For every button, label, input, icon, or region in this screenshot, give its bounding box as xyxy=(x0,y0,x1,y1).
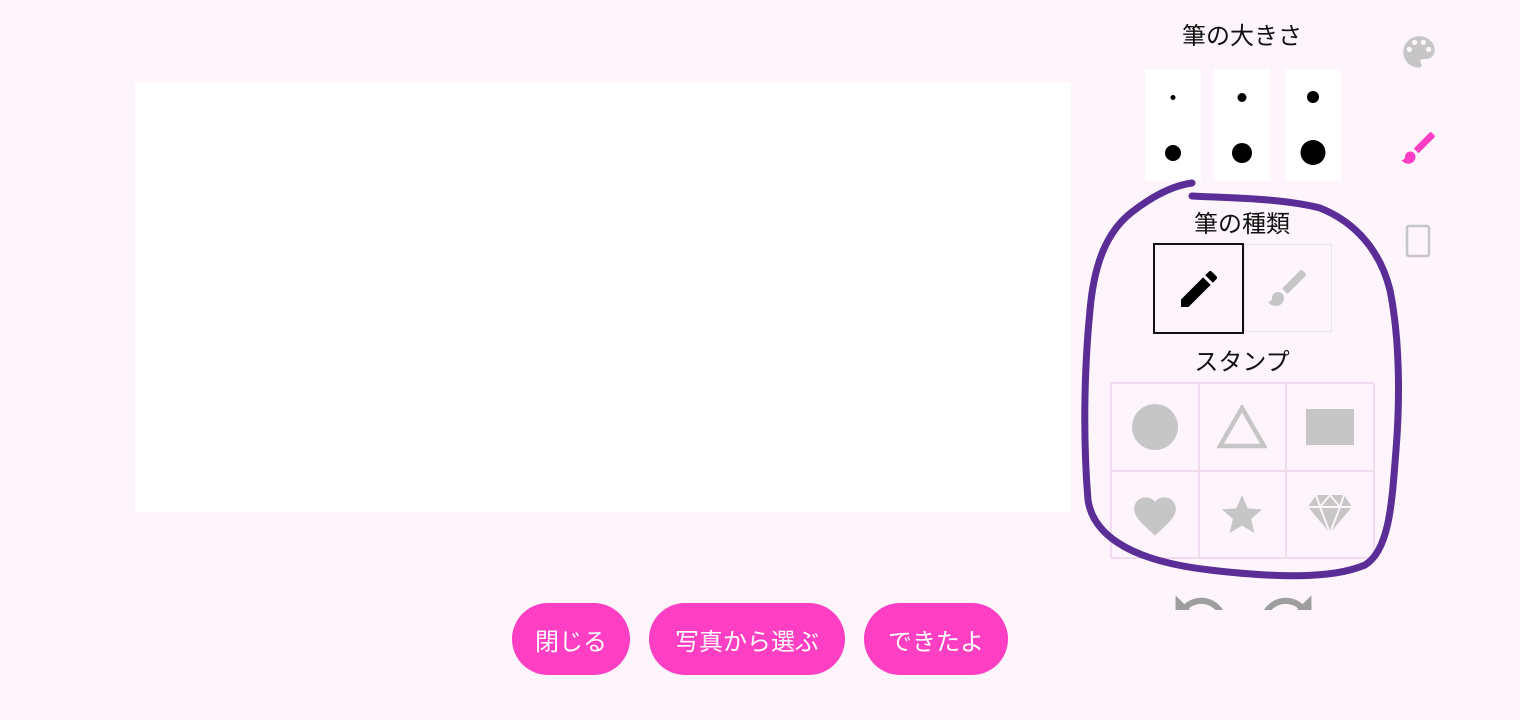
undo-icon xyxy=(1175,595,1223,610)
stamp-heart-button[interactable] xyxy=(1111,470,1199,558)
medium-dot-icon xyxy=(1232,143,1252,163)
brush-icon xyxy=(1401,132,1435,164)
brush-size-medium-button[interactable] xyxy=(1214,69,1270,181)
close-button[interactable]: 閉じる xyxy=(512,603,630,675)
pencil-icon xyxy=(1180,270,1217,307)
small-dot-icon xyxy=(1307,91,1319,103)
stamp-diamond-button[interactable] xyxy=(1286,470,1374,558)
done-button[interactable]: できたよ xyxy=(864,603,1008,675)
heart-icon xyxy=(1133,497,1176,536)
stamp-title: スタンプ xyxy=(1194,348,1290,376)
background-tool[interactable] xyxy=(1404,224,1432,258)
brush-size-small-button[interactable] xyxy=(1145,69,1201,181)
paintbrush-option[interactable] xyxy=(1244,244,1332,332)
rectangle-icon xyxy=(1306,408,1355,445)
redo-button[interactable] xyxy=(1252,586,1322,610)
medium-dot-icon xyxy=(1165,145,1181,161)
diamond-icon xyxy=(1308,493,1353,536)
choose-photo-button[interactable]: 写真から選ぶ xyxy=(649,603,845,675)
brush-size-large-button[interactable] xyxy=(1285,69,1341,181)
small-dot-icon xyxy=(1237,93,1247,102)
stamp-grid xyxy=(1110,382,1375,559)
small-dot-icon xyxy=(1170,95,1176,100)
redo-icon xyxy=(1264,595,1312,610)
brush-size-title: 筆の大きさ xyxy=(1182,22,1302,50)
stamp-triangle-button[interactable] xyxy=(1198,383,1287,471)
star-icon xyxy=(1222,495,1263,534)
palette-icon xyxy=(1403,36,1435,68)
stamp-star-button[interactable] xyxy=(1198,470,1287,558)
brush-type-title: 筆の種類 xyxy=(1194,210,1290,238)
stamp-circle-button[interactable] xyxy=(1111,383,1199,471)
large-dot-icon xyxy=(1300,140,1326,165)
paintbrush-icon xyxy=(1268,269,1307,306)
undo-button[interactable] xyxy=(1165,586,1235,610)
drawing-canvas[interactable] xyxy=(135,82,1071,512)
circle-icon xyxy=(1131,403,1178,450)
background-icon xyxy=(1405,224,1431,258)
pencil-brush-option[interactable] xyxy=(1153,243,1244,334)
stamp-rectangle-button[interactable] xyxy=(1286,383,1374,471)
triangle-icon xyxy=(1217,404,1268,448)
palette-tool[interactable] xyxy=(1398,31,1440,73)
brush-tool[interactable] xyxy=(1398,127,1440,169)
